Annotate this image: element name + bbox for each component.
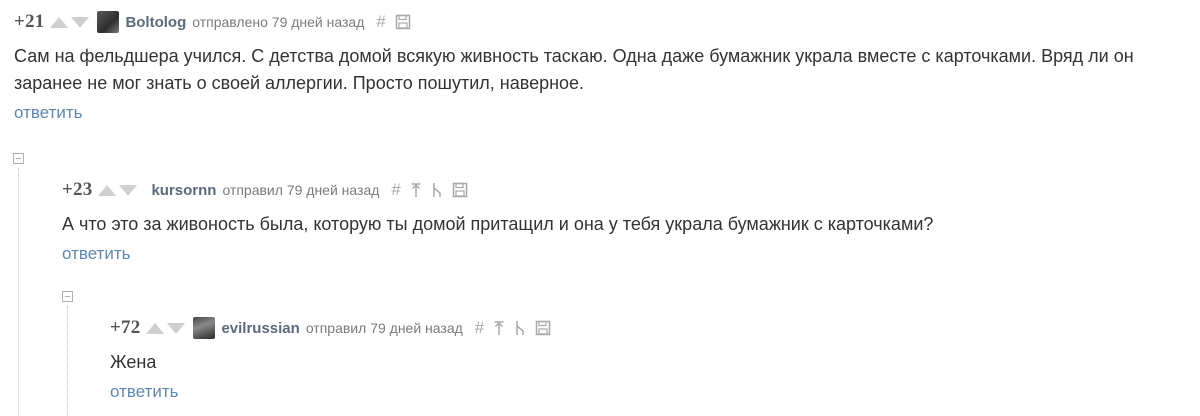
comment-header: +72 evilrussian отправил 79 дней назад # bbox=[110, 317, 1190, 339]
comment-text: Сам на фельдшера учился. С детства домой… bbox=[14, 46, 1134, 93]
upvote-icon[interactable] bbox=[146, 322, 165, 334]
hash-icon[interactable]: # bbox=[475, 318, 484, 338]
comment-2: +23 kursornn отправил 79 дней назад # А … bbox=[62, 179, 1192, 264]
reply-link[interactable]: ответить bbox=[62, 244, 131, 264]
avatar[interactable] bbox=[97, 11, 120, 33]
comment-rating: +21 bbox=[14, 11, 45, 32]
save-icon[interactable] bbox=[452, 182, 468, 198]
timestamp: отправлено 79 дней назад bbox=[192, 14, 365, 30]
username[interactable]: Boltolog bbox=[125, 14, 186, 31]
downvote-icon[interactable] bbox=[167, 322, 186, 334]
arrow-up-icon[interactable] bbox=[493, 320, 505, 336]
timestamp: отправил 79 дней назад bbox=[222, 182, 380, 198]
upvote-icon[interactable] bbox=[98, 184, 117, 196]
reply-link[interactable]: ответить bbox=[14, 103, 83, 123]
comment-1: +21 Boltolog отправлено 79 дней назад # … bbox=[14, 11, 1194, 123]
save-icon[interactable] bbox=[395, 14, 411, 30]
arrow-up-icon[interactable] bbox=[410, 182, 422, 198]
hash-icon[interactable]: # bbox=[376, 12, 385, 32]
username[interactable]: kursornn bbox=[151, 182, 216, 199]
branch-icon[interactable] bbox=[431, 182, 443, 198]
comment-text: А что это за живоность была, которую ты … bbox=[62, 214, 934, 234]
timestamp: отправил 79 дней назад bbox=[305, 320, 463, 336]
username[interactable]: evilrussian bbox=[221, 320, 299, 337]
downvote-icon[interactable] bbox=[119, 184, 138, 196]
collapse-toggle[interactable] bbox=[13, 153, 24, 164]
branch-icon[interactable] bbox=[514, 320, 526, 336]
thread-line bbox=[18, 168, 19, 416]
comment-header: +21 Boltolog отправлено 79 дней назад # bbox=[14, 11, 1194, 33]
comment-header: +23 kursornn отправил 79 дней назад # bbox=[62, 179, 1192, 201]
save-icon[interactable] bbox=[535, 320, 551, 336]
hash-icon[interactable]: # bbox=[391, 180, 400, 200]
collapse-toggle[interactable] bbox=[62, 291, 73, 302]
comment-3: +72 evilrussian отправил 79 дней назад #… bbox=[110, 317, 1190, 402]
comment-rating: +72 bbox=[110, 317, 141, 338]
vote-controls bbox=[50, 16, 90, 28]
downvote-icon[interactable] bbox=[71, 16, 90, 28]
vote-controls bbox=[98, 184, 138, 196]
comment-rating: +23 bbox=[62, 179, 93, 200]
upvote-icon[interactable] bbox=[50, 16, 69, 28]
thread-line bbox=[67, 306, 68, 416]
avatar[interactable] bbox=[193, 317, 216, 339]
comment-text: Жена bbox=[110, 352, 157, 372]
reply-link[interactable]: ответить bbox=[110, 382, 179, 402]
vote-controls bbox=[146, 322, 186, 334]
